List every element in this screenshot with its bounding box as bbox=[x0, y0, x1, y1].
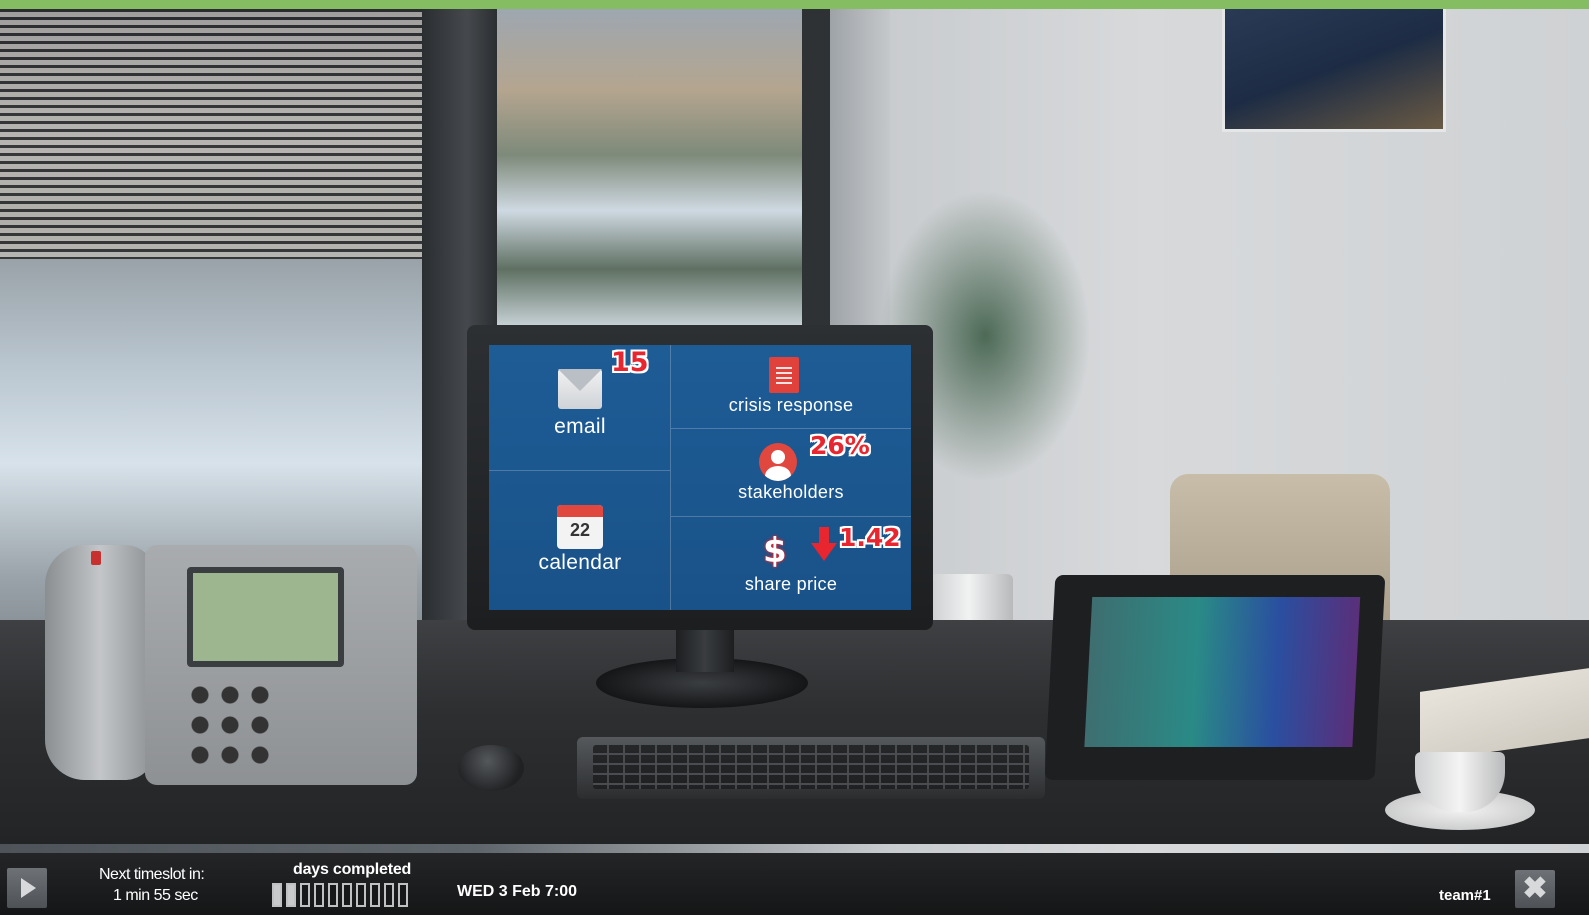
crisis-response-label: crisis response bbox=[728, 395, 854, 415]
envelope-icon bbox=[558, 369, 602, 409]
person-icon bbox=[759, 443, 797, 481]
calendar-label: calendar bbox=[538, 551, 622, 574]
monitor-neck bbox=[676, 630, 734, 672]
day-segment bbox=[384, 883, 394, 907]
stakeholders-percent-badge: 26% bbox=[810, 431, 870, 460]
email-count-badge: 15 bbox=[611, 347, 649, 378]
current-datetime: WED 3 Feb 7:00 bbox=[457, 883, 578, 900]
tablet-screen bbox=[1084, 597, 1361, 747]
day-segment bbox=[300, 883, 310, 907]
day-segment bbox=[286, 883, 296, 907]
share-price-tile[interactable]: $ 1.42 share price bbox=[671, 517, 911, 610]
window-blinds bbox=[0, 9, 422, 259]
keyboard bbox=[577, 737, 1045, 799]
phone-handset[interactable] bbox=[45, 545, 155, 780]
day-segment bbox=[398, 883, 408, 907]
wall-poster bbox=[1222, 9, 1446, 132]
calendar-tile[interactable]: 22 calendar bbox=[489, 471, 671, 610]
monitor-screen: 15 email 22 calendar crisis response 26%… bbox=[489, 345, 911, 610]
email-tile[interactable]: 15 email bbox=[489, 345, 671, 471]
phone-body bbox=[145, 545, 417, 785]
email-label: email bbox=[554, 415, 606, 438]
calendar-day: 22 bbox=[569, 520, 591, 540]
document-icon bbox=[769, 357, 799, 393]
bottom-bar: Next timeslot in: 1 min 55 sec days comp… bbox=[0, 853, 1589, 915]
day-segment bbox=[356, 883, 366, 907]
stakeholders-label: stakeholders bbox=[738, 482, 844, 502]
top-accent-bar bbox=[0, 0, 1589, 9]
tablet[interactable] bbox=[1044, 575, 1386, 780]
share-price-label: share price bbox=[744, 574, 838, 594]
computer-mouse bbox=[458, 745, 524, 791]
days-completed-progress bbox=[272, 883, 408, 907]
window-middle bbox=[497, 9, 802, 334]
window-frame-right bbox=[802, 9, 830, 339]
handset-indicator bbox=[91, 551, 101, 565]
arrow-down-icon bbox=[811, 527, 837, 561]
next-timeslot-label: Next timeslot in: bbox=[99, 866, 205, 883]
stakeholders-tile[interactable]: 26% stakeholders bbox=[671, 429, 911, 517]
phone-keypad bbox=[185, 680, 275, 770]
days-completed-label: days completed bbox=[293, 861, 412, 878]
share-price-value: 1.42 bbox=[839, 523, 901, 552]
calendar-icon: 22 bbox=[557, 505, 603, 549]
day-segment bbox=[370, 883, 380, 907]
crisis-response-tile[interactable]: crisis response bbox=[671, 345, 911, 429]
dollar-icon: $ bbox=[763, 531, 787, 571]
day-segment bbox=[328, 883, 338, 907]
day-segment bbox=[314, 883, 324, 907]
team-name: team#1 bbox=[1439, 887, 1491, 904]
play-icon[interactable] bbox=[7, 868, 47, 908]
desk-phone[interactable] bbox=[45, 545, 417, 795]
close-icon[interactable]: ✖ bbox=[1515, 870, 1555, 908]
phone-screen bbox=[187, 567, 344, 667]
next-timeslot-value: 1 min 55 sec bbox=[113, 887, 198, 904]
day-segment bbox=[342, 883, 352, 907]
day-segment bbox=[272, 883, 282, 907]
